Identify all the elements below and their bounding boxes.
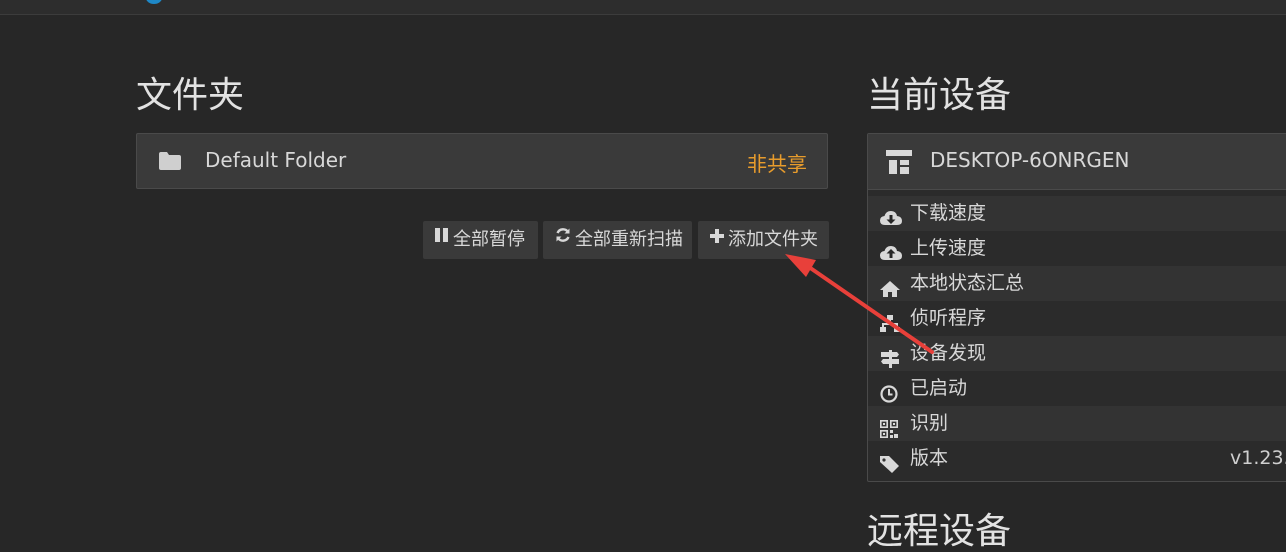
annotation-arrow-icon <box>785 254 934 354</box>
